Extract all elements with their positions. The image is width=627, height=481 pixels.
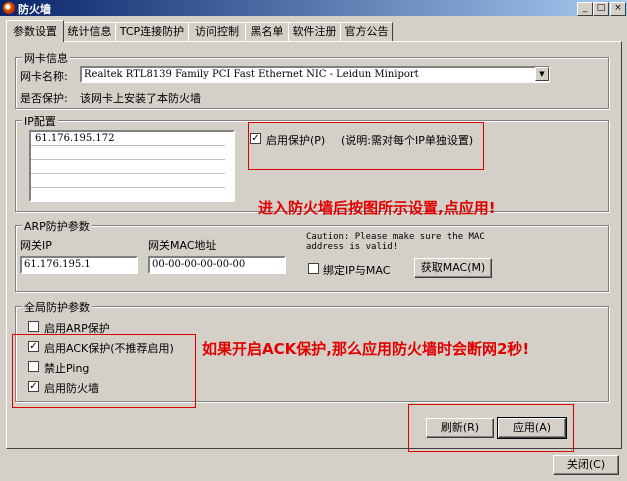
global-protect-group-label: 全局防护参数 <box>22 299 92 315</box>
minimize-button[interactable]: _ <box>577 2 593 16</box>
nic-select-value: Realtek RTL8139 Family PCI Fast Ethernet… <box>84 69 419 80</box>
list-item-empty <box>31 160 225 174</box>
annotation-text-top: 进入防火墙后按图所示设置,点应用! <box>258 199 496 217</box>
gateway-ip-label: 网关IP <box>20 239 52 252</box>
tab-announcement[interactable]: 官方公告 <box>340 22 393 41</box>
chevron-down-icon[interactable]: ▼ <box>535 67 549 81</box>
gateway-ip-input[interactable]: 61.176.195.1 <box>20 256 138 274</box>
tab-blacklist[interactable]: 黑名单 <box>245 22 289 41</box>
firewall-icon <box>3 2 15 14</box>
tab-params[interactable]: 参数设置 <box>6 20 64 42</box>
annotation-box-buttons <box>408 404 574 452</box>
nic-info-group-label: 网卡信息 <box>22 50 70 66</box>
close-window-button[interactable]: × <box>610 2 626 16</box>
tab-stats[interactable]: 统计信息 <box>63 22 116 41</box>
arp-group: ARP防护参数 网关IP 61.176.195.1 网关MAC地址 00-00-… <box>15 218 609 292</box>
window-title: 防火墙 <box>18 3 51 16</box>
ip-list[interactable]: 61.176.195.172 <box>29 130 235 202</box>
tab-register[interactable]: 软件注册 <box>288 22 341 41</box>
list-item[interactable]: 61.176.195.172 <box>31 132 225 146</box>
gateway-mac-input[interactable]: 00-00-00-00-00-00 <box>148 256 286 274</box>
nic-select[interactable]: Realtek RTL8139 Family PCI Fast Ethernet… <box>80 66 550 83</box>
title-bar: 防火墙 _ □ × <box>0 0 627 16</box>
caution-text: Caution: Please make sure the MAC addres… <box>306 232 485 252</box>
arp-group-label: ARP防护参数 <box>22 218 92 234</box>
nic-name-label: 网卡名称: <box>20 70 68 83</box>
arp-protect-checkbox[interactable] <box>28 321 39 332</box>
get-mac-button[interactable]: 获取MAC(M) <box>414 258 492 278</box>
tab-access-control[interactable]: 访问控制 <box>188 22 246 41</box>
tab-tcp-protect[interactable]: TCP连接防护 <box>115 22 189 41</box>
protect-status: 该网卡上安装了本防火墙 <box>80 92 201 105</box>
annotation-box-options <box>12 334 196 408</box>
annotation-text-bottom: 如果开启ACK保护,那么应用防火墙时会断网2秒! <box>202 340 530 358</box>
annotation-box-protect <box>248 122 484 170</box>
restore-button[interactable]: □ <box>593 2 609 16</box>
protect-label: 是否保护: <box>20 92 68 105</box>
list-item-empty <box>31 146 225 160</box>
ip-config-group-label: IP配置 <box>22 113 58 129</box>
nic-info-group: 网卡信息 网卡名称: Realtek RTL8139 Family PCI Fa… <box>15 50 609 109</box>
gateway-mac-label: 网关MAC地址 <box>148 239 217 252</box>
bind-ip-mac-label: 绑定IP与MAC <box>323 264 391 277</box>
close-button[interactable]: 关闭(C) <box>553 455 619 475</box>
list-item-empty <box>31 174 225 188</box>
bind-ip-mac-checkbox[interactable] <box>308 263 319 274</box>
